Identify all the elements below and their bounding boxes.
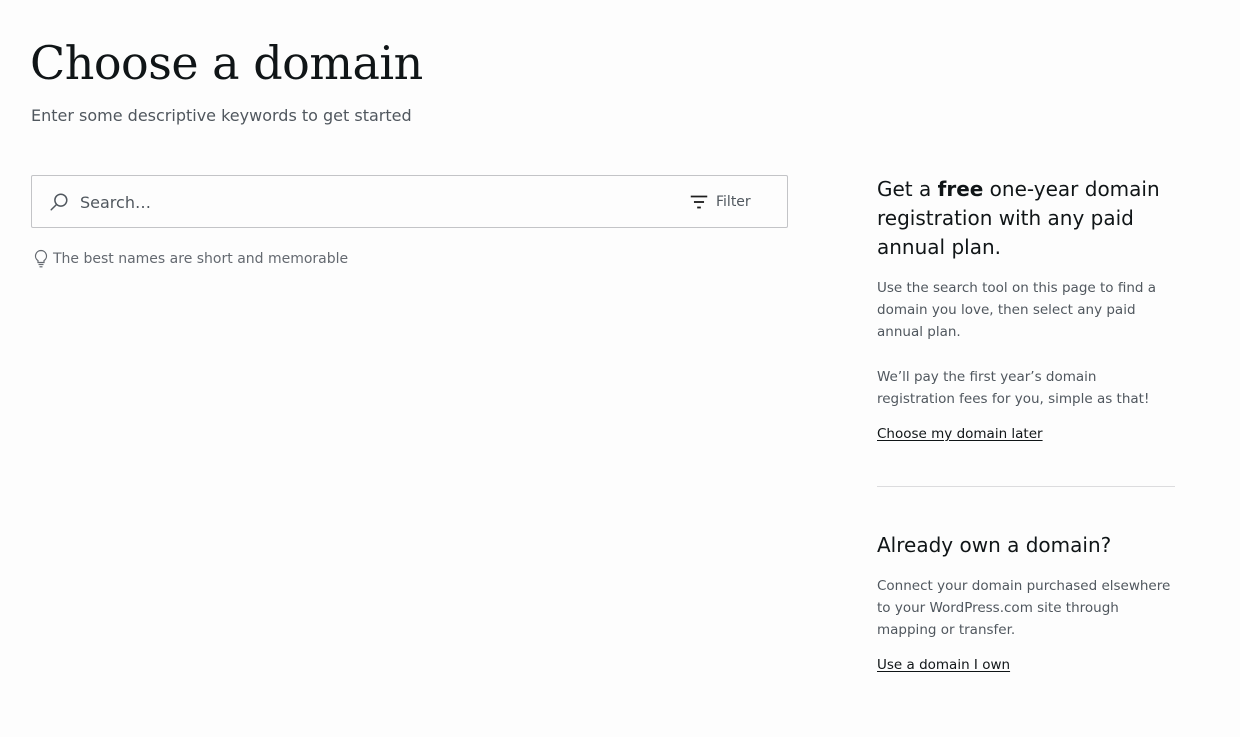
lightbulb-icon (34, 249, 48, 268)
filter-button[interactable]: Filter (688, 186, 768, 218)
promo-heading: Get a free one-year domain registration … (877, 175, 1175, 262)
page-subtitle: Enter some descriptive keywords to get s… (31, 106, 412, 125)
page-title: Choose a domain (30, 36, 423, 90)
promo-panel: Get a free one-year domain registration … (877, 175, 1175, 442)
search-tip: The best names are short and memorable (33, 249, 348, 269)
choose-domain-later-link[interactable]: Choose my domain later (877, 426, 1043, 442)
search-tip-text: The best names are short and memorable (53, 251, 349, 267)
search-input[interactable] (80, 188, 640, 216)
promo-heading-prefix: Get a (877, 177, 938, 201)
own-domain-panel: Already own a domain? Connect your domai… (877, 531, 1175, 673)
filter-label: Filter (716, 194, 751, 210)
promo-paragraph-1: Use the search tool on this page to find… (877, 280, 1157, 340)
filter-icon (690, 195, 708, 209)
divider (877, 486, 1175, 487)
promo-paragraph-2: We’ll pay the first year’s domain regist… (877, 369, 1150, 407)
use-domain-i-own-link[interactable]: Use a domain I own (877, 657, 1010, 673)
domain-search-box: Filter (31, 175, 788, 228)
own-domain-paragraph: Connect your domain purchased elsewhere … (877, 578, 1171, 638)
promo-heading-bold: free (937, 177, 984, 201)
own-domain-heading: Already own a domain? (877, 533, 1112, 557)
search-icon (50, 193, 68, 211)
